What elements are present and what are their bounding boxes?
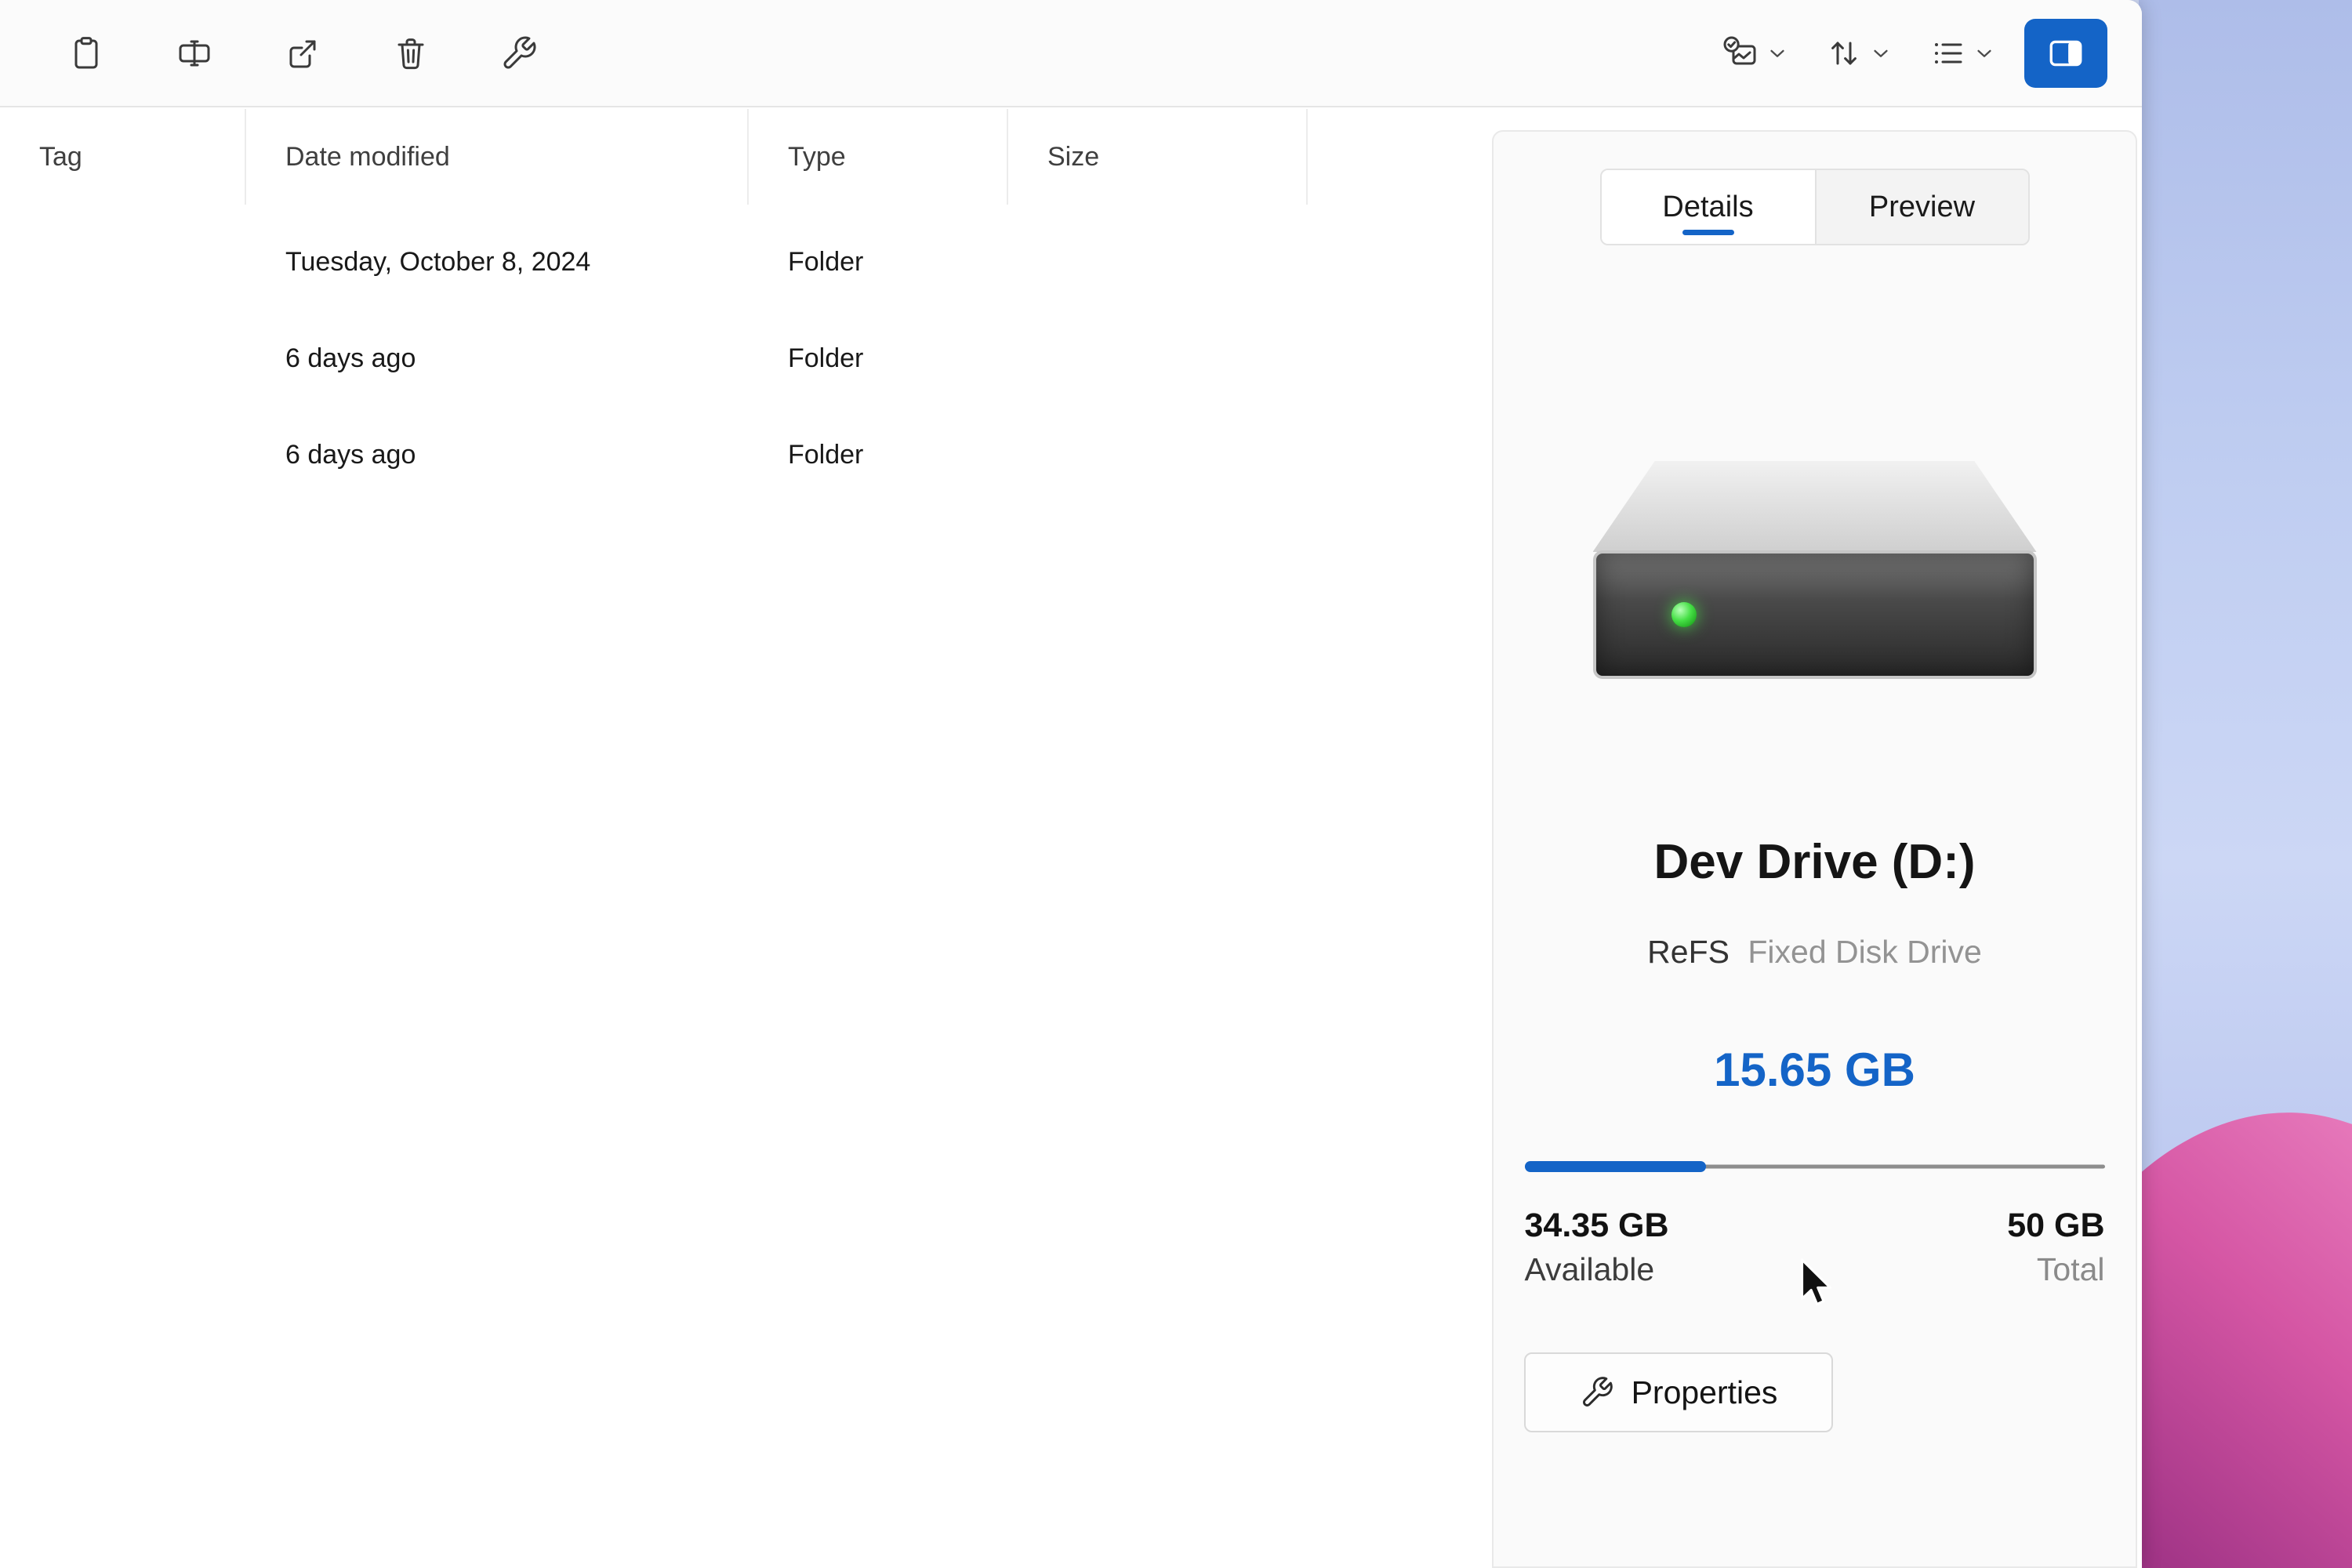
tab-details[interactable]: Details bbox=[1601, 170, 1815, 244]
details-pane-toggle-button[interactable] bbox=[2024, 18, 2107, 88]
table-row[interactable]: 6 days ago Folder bbox=[0, 310, 1469, 407]
drive-subtitle: ReFS Fixed Disk Drive bbox=[1647, 934, 1982, 971]
wrench-icon bbox=[503, 36, 536, 68]
drive-illustration-front bbox=[1592, 550, 2037, 679]
properties-button-label: Properties bbox=[1631, 1374, 1778, 1410]
drive-kind: Fixed Disk Drive bbox=[1748, 934, 1982, 970]
mouse-cursor-icon bbox=[1800, 1258, 1831, 1305]
wrench-icon bbox=[1582, 1377, 1613, 1406]
sort-menu-button[interactable] bbox=[1817, 24, 1900, 83]
properties-button[interactable]: Properties bbox=[1524, 1352, 1833, 1432]
column-header-label: Size bbox=[1047, 141, 1100, 172]
toolbar-right-group bbox=[1714, 18, 2142, 88]
column-header-label: Type bbox=[788, 141, 846, 172]
column-header-type[interactable]: Type bbox=[749, 109, 1008, 205]
column-header-spacer bbox=[1308, 109, 1469, 205]
file-explorer-window: Tag Date modified Type Size Tuesday, Oct… bbox=[0, 0, 2142, 1568]
delete-button[interactable] bbox=[376, 19, 445, 88]
table-row[interactable]: Tuesday, October 8, 2024 Folder bbox=[0, 214, 1469, 310]
total-stat: 50 GB Total bbox=[2007, 1207, 2104, 1288]
sort-icon bbox=[1831, 42, 1857, 64]
total-value: 50 GB bbox=[2007, 1207, 2105, 1244]
details-pane: Details Preview Dev Drive (D:) ReFS Fixe… bbox=[1492, 130, 2137, 1568]
file-list: Tag Date modified Type Size Tuesday, Oct… bbox=[0, 109, 1469, 1568]
drive-used-space: 15.65 GB bbox=[1714, 1044, 1915, 1096]
total-label: Total bbox=[2036, 1251, 2105, 1287]
row-date-cell: Tuesday, October 8, 2024 bbox=[285, 247, 591, 277]
details-pane-toggle-icon bbox=[2049, 40, 2082, 66]
share-icon bbox=[289, 40, 316, 67]
paste-button[interactable] bbox=[52, 19, 121, 88]
rename-icon bbox=[179, 40, 210, 66]
column-header-date-modified[interactable]: Date modified bbox=[246, 109, 749, 205]
drive-filesystem: ReFS bbox=[1647, 934, 1730, 970]
drive-usage-fill bbox=[1524, 1161, 1707, 1172]
chevron-down-icon bbox=[1977, 49, 1991, 57]
delete-icon bbox=[397, 38, 424, 69]
column-header-size[interactable]: Size bbox=[1008, 109, 1308, 205]
row-date-cell: 6 days ago bbox=[285, 343, 416, 373]
tools-button[interactable] bbox=[485, 19, 554, 88]
available-value: 34.35 GB bbox=[1524, 1207, 1669, 1244]
tab-preview-label: Preview bbox=[1868, 190, 1976, 223]
wallpaper-bloom-shape bbox=[2139, 1055, 2352, 1568]
drive-led-indicator bbox=[1671, 602, 1697, 627]
table-row[interactable]: 6 days ago Folder bbox=[0, 407, 1469, 503]
paste-icon bbox=[74, 36, 98, 68]
drive-illustration-top bbox=[1592, 461, 2037, 552]
screen: Tag Date modified Type Size Tuesday, Oct… bbox=[0, 0, 2352, 1568]
drive-illustration bbox=[1592, 461, 2037, 679]
view-icon bbox=[1935, 42, 1962, 64]
list-column-headers: Tag Date modified Type Size bbox=[0, 109, 1469, 205]
select-icon bbox=[1723, 36, 1756, 64]
available-stat: 34.35 GB Available bbox=[1525, 1207, 1669, 1288]
desktop-wallpaper bbox=[2139, 0, 2352, 1568]
active-tab-underline bbox=[1682, 230, 1734, 235]
command-toolbar bbox=[0, 0, 2142, 107]
chevron-down-icon bbox=[1770, 49, 1784, 57]
row-type-cell: Folder bbox=[788, 343, 864, 373]
column-header-tag[interactable]: Tag bbox=[0, 109, 246, 205]
view-menu-button[interactable] bbox=[1921, 24, 2004, 83]
available-label: Available bbox=[1524, 1251, 1655, 1287]
column-header-label: Date modified bbox=[285, 141, 450, 172]
row-date-cell: 6 days ago bbox=[285, 440, 416, 470]
tab-preview[interactable]: Preview bbox=[1814, 170, 2028, 244]
chevron-down-icon bbox=[1874, 49, 1888, 57]
rename-button[interactable] bbox=[160, 19, 229, 88]
row-type-cell: Folder bbox=[788, 247, 864, 277]
details-pane-tabs: Details Preview bbox=[1599, 169, 2030, 245]
tab-details-label: Details bbox=[1662, 190, 1754, 223]
select-menu-button[interactable] bbox=[1714, 24, 1797, 83]
column-header-label: Tag bbox=[39, 141, 82, 172]
drive-usage-bar bbox=[1524, 1161, 2105, 1172]
row-type-cell: Folder bbox=[788, 440, 864, 470]
drive-name: Dev Drive (D:) bbox=[1653, 835, 1976, 889]
toolbar-left-group bbox=[0, 19, 554, 88]
list-rows: Tuesday, October 8, 2024 Folder 6 days a… bbox=[0, 205, 1469, 503]
share-button[interactable] bbox=[268, 19, 337, 88]
